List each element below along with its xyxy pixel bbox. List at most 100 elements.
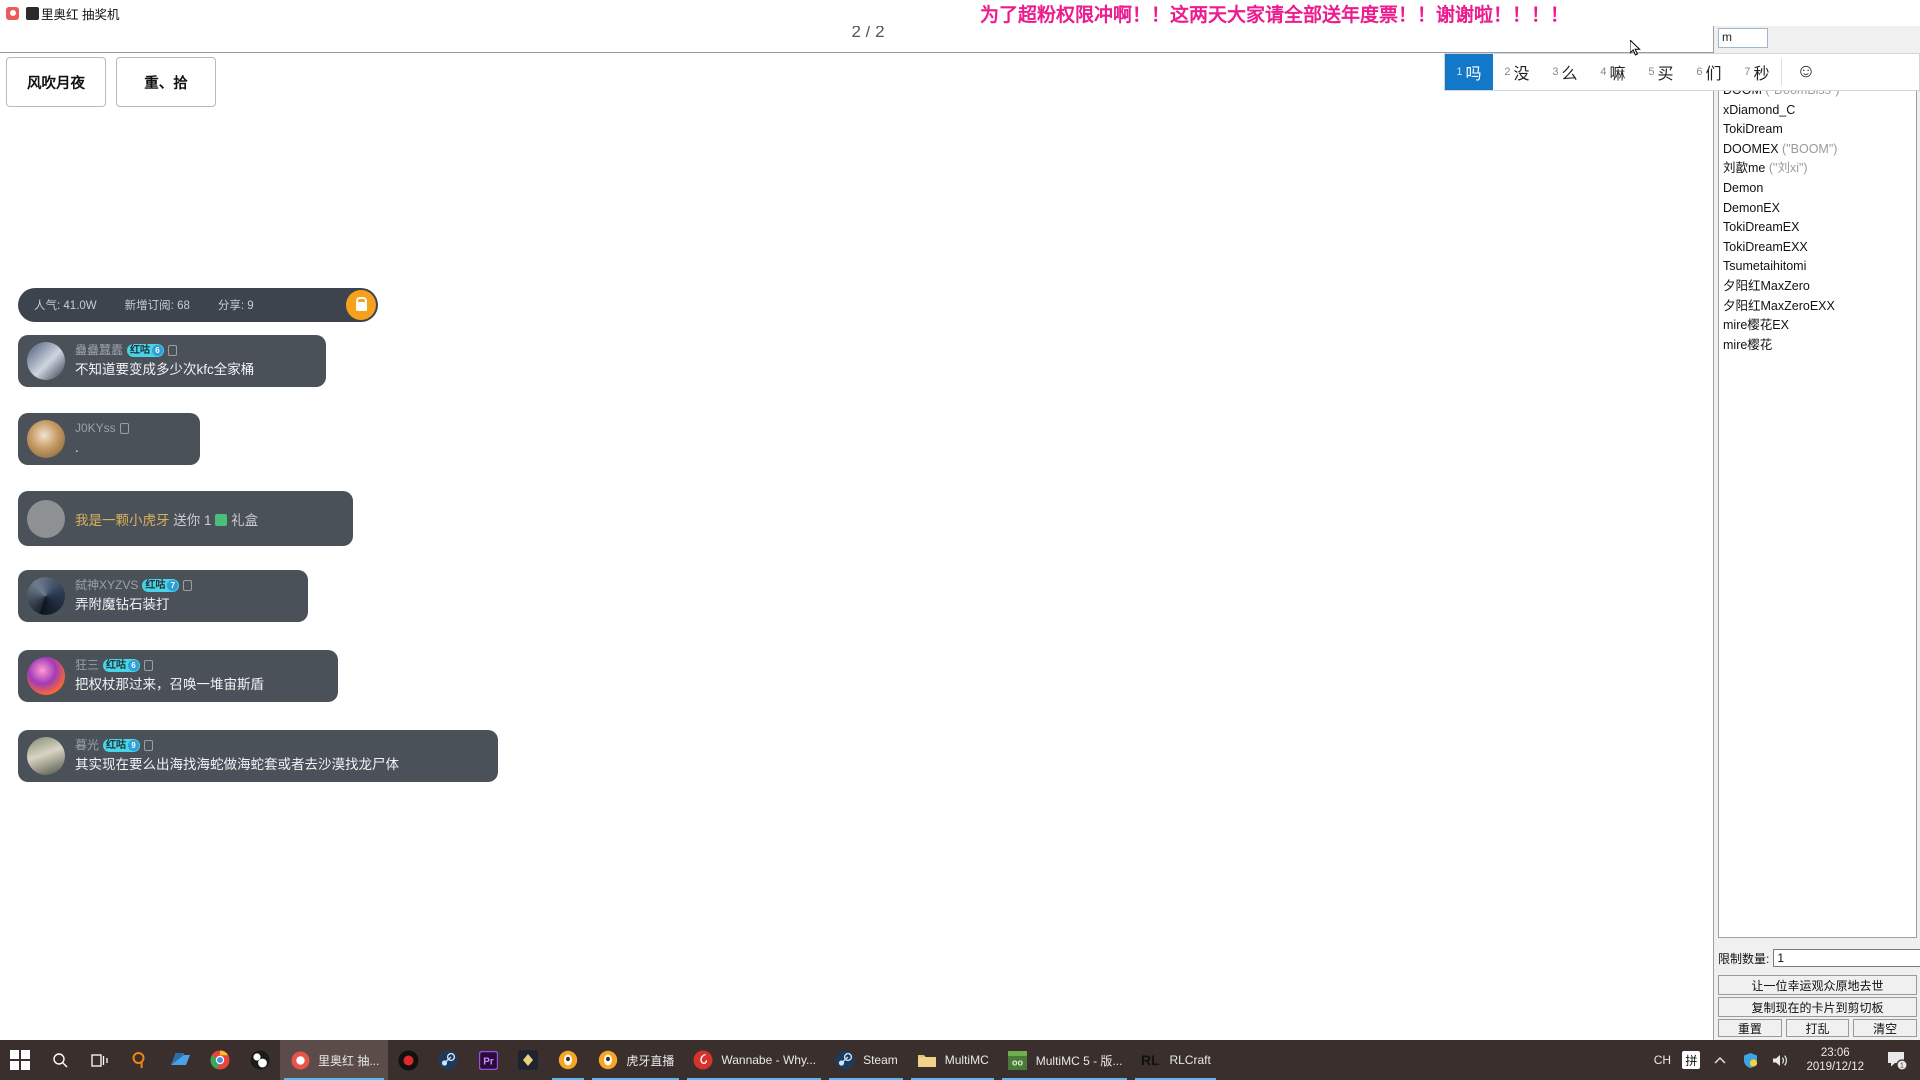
chat-message: 弑神XYZVS 红咕 7 弄附魔钻石装打 xyxy=(18,570,308,622)
netease-music-icon xyxy=(692,1049,714,1071)
reset-button[interactable]: 重置 xyxy=(1718,1019,1782,1037)
chat-message: 狂三 红咕 6 把权杖那过来，召唤一堆宙斯盾 xyxy=(18,650,338,702)
taskbar-item-label: Steam xyxy=(863,1053,898,1067)
everything-search-icon xyxy=(129,1049,151,1071)
limit-quantity-input[interactable] xyxy=(1773,949,1920,967)
ime-candidate-6[interactable]: 6们 xyxy=(1685,54,1733,90)
taskbar-item-chrome[interactable] xyxy=(200,1040,240,1080)
list-item[interactable]: mire樱花 xyxy=(1723,336,1916,356)
list-item[interactable]: 夕阳红MaxZeroEXX xyxy=(1723,297,1916,317)
ime-composing-text: m xyxy=(1722,30,1732,44)
gift-count: 1 xyxy=(204,512,212,528)
svg-text:1: 1 xyxy=(1900,1062,1904,1069)
premiere-icon: Pr xyxy=(477,1049,499,1071)
list-item[interactable]: TokiDreamEX xyxy=(1723,218,1916,238)
taskbar-item-label: 里奥红 抽... xyxy=(318,1053,380,1068)
smiley-face-icon[interactable]: ☺ xyxy=(1782,61,1830,83)
chevron-up-icon[interactable] xyxy=(1710,1050,1730,1070)
ime-language-indicator[interactable]: CH xyxy=(1652,1050,1672,1070)
svg-text:RL: RL xyxy=(1141,1052,1160,1068)
shuffle-button[interactable]: 打乱 xyxy=(1785,1019,1850,1037)
gift-text: 我是一颗小虎牙 送你 1 礼盒 xyxy=(75,509,258,529)
stat-popularity: 人气: 41.0W xyxy=(34,300,97,312)
list-item[interactable]: TokiDreamEXX xyxy=(1723,238,1916,258)
ime-candidate-5[interactable]: 5买 xyxy=(1637,54,1685,90)
explorer-icon xyxy=(169,1049,191,1071)
list-item[interactable]: 夕阳红MaxZero xyxy=(1723,277,1916,297)
list-item[interactable]: mire樱花EX xyxy=(1723,316,1916,336)
chat-text: 把权杖那过来，召唤一堆宙斯盾 xyxy=(75,676,264,692)
search-icon xyxy=(49,1049,71,1071)
taskbar-item-label: RLCraft xyxy=(1169,1053,1211,1067)
lock-icon[interactable] xyxy=(346,290,376,320)
user-avatar-icon xyxy=(26,6,39,20)
windows-start-icon xyxy=(9,1049,31,1071)
lottery-side-panel: DOOM ("DoomBiss") xDiamond_C TokiDream D… xyxy=(1713,0,1920,1040)
taskbar-item-multimc5[interactable]: oo MultiMC 5 - 版... xyxy=(998,1040,1132,1080)
name-card[interactable]: 风吹月夜 xyxy=(6,57,106,107)
multimc-icon: oo xyxy=(1007,1049,1029,1071)
gift-verb: 送你 xyxy=(173,512,201,528)
limit-quantity-row: 限制数量: xyxy=(1718,948,1920,968)
start-button[interactable] xyxy=(0,1040,40,1080)
notification-icon[interactable]: 1 xyxy=(1880,1040,1914,1080)
avatar xyxy=(27,657,65,695)
stat-shares: 分享: 9 xyxy=(217,300,254,312)
chat-username: 暮光 xyxy=(75,737,100,752)
avatar xyxy=(27,737,65,775)
list-item[interactable]: Tsumetaihitomi xyxy=(1723,257,1916,277)
fan-badge: 红咕 9 xyxy=(103,738,141,752)
chat-text: 不知道要变成多少次kfc全家桶 xyxy=(75,361,255,377)
list-item[interactable]: Demon xyxy=(1723,179,1916,199)
taskbar-item-darkapp[interactable] xyxy=(508,1040,548,1080)
taskbar-item-huya-1[interactable] xyxy=(548,1040,588,1080)
copy-cards-button[interactable]: 复制现在的卡片到剪切板 xyxy=(1718,997,1917,1017)
taskbar-item-multimc-folder[interactable]: MultiMC xyxy=(907,1040,998,1080)
system-tray: CH 拼 23:06 2019/12/12 1 xyxy=(1652,1040,1920,1080)
avatar xyxy=(27,577,65,615)
ime-mode-icon[interactable]: 拼 xyxy=(1682,1051,1701,1069)
ime-candidate-2[interactable]: 2没 xyxy=(1493,54,1541,90)
taskbar-item-rlcraft[interactable]: RL RLCraft xyxy=(1131,1040,1219,1080)
taskbar-item-lottery[interactable]: 里奥红 抽... xyxy=(280,1040,389,1080)
taskbar-item-steam[interactable]: Steam xyxy=(825,1040,907,1080)
mobile-icon xyxy=(168,344,178,356)
taskbar-clock[interactable]: 23:06 2019/12/12 xyxy=(1800,1046,1870,1074)
ime-candidate-4[interactable]: 4嘛 xyxy=(1589,54,1637,90)
chat-username: J0KYss xyxy=(75,420,116,435)
announcement-banner: 为了超粉权限冲啊！！这两天大家请全部送年度票！！谢谢啦！！！！ xyxy=(980,0,1920,26)
list-item[interactable]: DOOMEX ("BOOM") xyxy=(1723,140,1916,160)
gift-box-icon xyxy=(215,513,228,526)
chat-text: 其实现在要么出海找海蛇做海蛇套或者去沙漠找龙尸体 xyxy=(75,756,399,772)
list-item[interactable]: DemonEX xyxy=(1723,199,1916,219)
list-item[interactable]: xDiamond_C xyxy=(1723,101,1916,121)
security-shield-icon[interactable] xyxy=(1740,1050,1760,1070)
ime-candidate-1[interactable]: 1吗 xyxy=(1445,54,1493,90)
mobile-icon xyxy=(183,579,193,591)
ime-candidate-3[interactable]: 3么 xyxy=(1541,54,1589,90)
desktop-screen: 里奥红 抽奖机 为了超粉权限冲啊！！这两天大家请全部送年度票！！谢谢啦！！！！ … xyxy=(0,0,1920,1080)
taskbar-item-premiere[interactable]: Pr xyxy=(468,1040,508,1080)
clear-button[interactable]: 清空 xyxy=(1853,1019,1918,1037)
taskbar-item-obs[interactable] xyxy=(240,1040,280,1080)
ime-composing-box[interactable]: m xyxy=(1718,28,1768,48)
list-item[interactable]: 刘歖me ("刘xi") xyxy=(1723,159,1916,179)
taskbar-item-netease-music[interactable]: Wannabe - Why... xyxy=(683,1040,825,1080)
taskbar-item-huya-live[interactable]: 虎牙直播 xyxy=(588,1040,683,1080)
task-view-button[interactable] xyxy=(80,1040,120,1080)
name-card[interactable]: 重、拾 xyxy=(116,57,216,107)
chrome-icon xyxy=(209,1049,231,1071)
participant-list[interactable]: DOOM ("DoomBiss") xDiamond_C TokiDream D… xyxy=(1718,78,1917,938)
taskbar-search-button[interactable] xyxy=(40,1040,80,1080)
dark-app-icon xyxy=(517,1049,539,1071)
huya-icon xyxy=(557,1049,579,1071)
windows-taskbar: 里奥红 抽... Pr 虎牙直播 Wannabe - Why... Steam … xyxy=(0,1040,1920,1080)
draw-winner-button[interactable]: 让一位幸运观众原地去世 xyxy=(1718,975,1917,995)
ime-candidate-7[interactable]: 7秒 xyxy=(1733,54,1781,90)
volume-icon[interactable] xyxy=(1770,1050,1790,1070)
taskbar-item-everything[interactable] xyxy=(120,1040,160,1080)
taskbar-item-steam-pinned[interactable] xyxy=(428,1040,468,1080)
taskbar-item-recorder[interactable] xyxy=(388,1040,428,1080)
taskbar-item-explorer[interactable] xyxy=(160,1040,200,1080)
list-item[interactable]: TokiDream xyxy=(1723,120,1916,140)
